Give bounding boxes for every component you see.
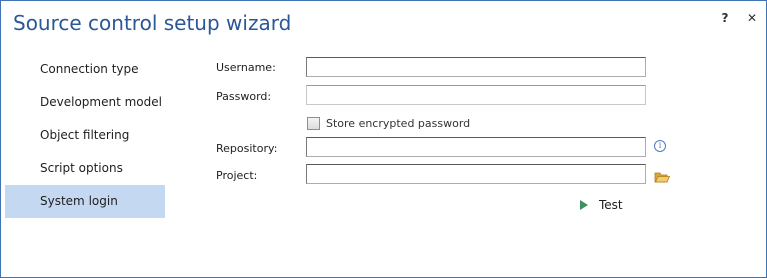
store-encrypted-label: Store encrypted password	[326, 116, 471, 130]
info-icon[interactable]: i	[654, 140, 666, 152]
test-button[interactable]: Test	[580, 197, 623, 213]
wizard-title: Source control setup wizard	[13, 11, 292, 35]
close-button[interactable]: ✕	[744, 10, 760, 26]
nav-item-script-options[interactable]: Script options	[5, 152, 165, 185]
store-encrypted-checkbox[interactable]	[307, 116, 320, 130]
username-input[interactable]	[306, 57, 646, 77]
nav-item-object-filtering[interactable]: Object filtering	[5, 119, 165, 152]
project-input[interactable]	[306, 164, 646, 184]
project-label: Project:	[216, 169, 258, 182]
wizard-window: Source control setup wizard ? ✕ Connecti…	[0, 0, 767, 278]
password-input[interactable]	[306, 85, 646, 105]
repository-label: Repository:	[216, 142, 278, 155]
username-label: Username:	[216, 61, 276, 74]
folder-open-icon[interactable]	[654, 169, 671, 183]
nav-item-connection-type[interactable]: Connection type	[5, 53, 165, 86]
help-button[interactable]: ?	[717, 10, 733, 26]
nav-item-development-model[interactable]: Development model	[5, 86, 165, 119]
test-label: Test	[599, 198, 623, 212]
store-encrypted-row[interactable]: Store encrypted password	[307, 116, 470, 130]
password-label: Password:	[216, 90, 272, 103]
nav-item-system-login[interactable]: System login	[5, 185, 165, 218]
repository-input[interactable]	[306, 137, 646, 157]
wizard-nav: Connection type Development model Object…	[5, 53, 165, 218]
play-icon	[580, 200, 588, 210]
